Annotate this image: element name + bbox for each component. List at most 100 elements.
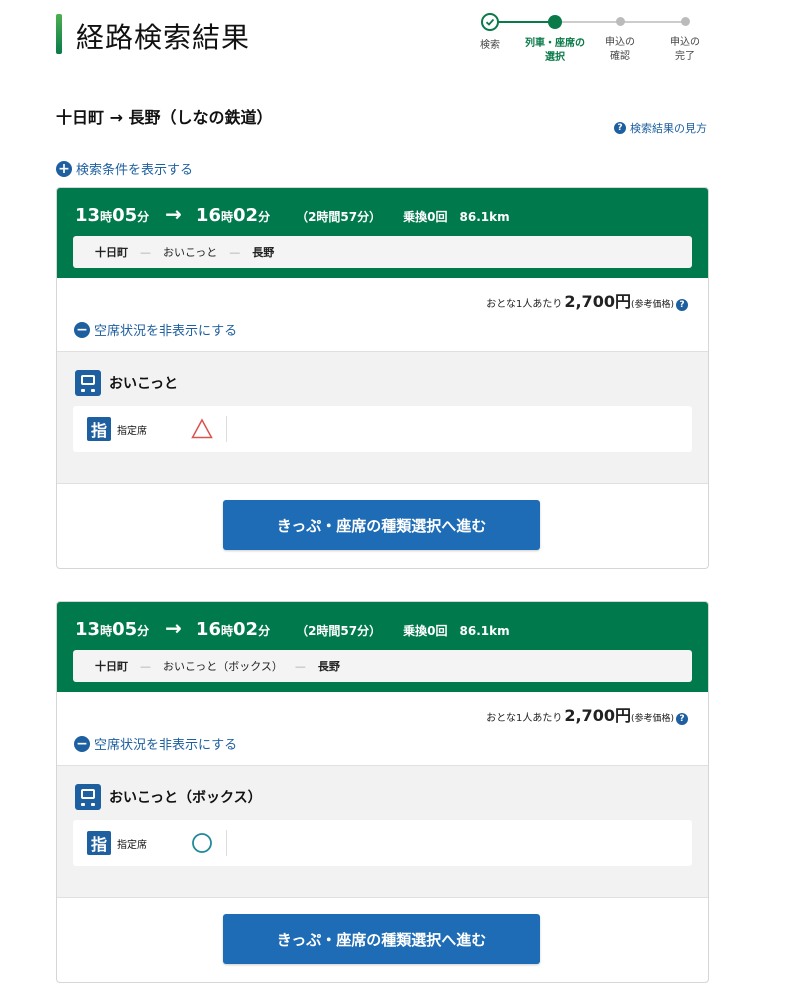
- arrival-minute: 02: [233, 205, 259, 226]
- segment-bar: 十日町 — おいこっと — 長野: [73, 236, 692, 268]
- segment-train: おいこっと（ボックス）: [163, 660, 283, 673]
- divider: [226, 830, 227, 856]
- train-name: おいこっと: [109, 376, 179, 392]
- departure-minute: 05: [112, 205, 138, 226]
- segment-from: 十日町: [95, 246, 128, 259]
- availability-panel: おいこっと（ボックス） 指 指定席: [57, 765, 708, 898]
- seat-availability-row: 指 指定席: [73, 820, 692, 866]
- result-card: 13 時 05 分 → 16 時 02 分 （2時間57分） 乗換0回 86.1km 十日町…: [56, 601, 709, 983]
- step-label: 選択: [545, 52, 565, 63]
- seat-availability-row: 指 指定席: [73, 406, 692, 452]
- hour-unit: 時: [220, 210, 233, 224]
- price-prefix: おとな1人あたり: [486, 713, 563, 724]
- time-summary: 13 時 05 分 → 16 時 02 分 （2時間57分） 乗換0回 86.1km: [75, 616, 510, 640]
- question-icon: ?: [614, 122, 626, 134]
- step-pending-dot: [615, 17, 625, 26]
- segment-dash: —: [140, 659, 151, 673]
- price-amount: 2,700円: [564, 292, 631, 311]
- hide-availability-label: 空席状況を非表示にする: [94, 738, 238, 753]
- plus-circle-icon: +: [56, 160, 72, 177]
- divider: [226, 416, 227, 442]
- button-row: きっぷ・座席の種類選択へ進む: [57, 484, 708, 568]
- seat-type-label: 指定席: [117, 426, 147, 437]
- button-row: きっぷ・座席の種類選択へ進む: [57, 898, 708, 982]
- departure-minute: 05: [112, 619, 138, 640]
- transfers: 乗換0回: [403, 624, 448, 638]
- show-conditions-toggle[interactable]: + 検索条件を表示する: [56, 159, 193, 178]
- arrival-minute: 02: [233, 619, 259, 640]
- step-pending-dot: [680, 17, 690, 26]
- train-icon: [75, 370, 101, 396]
- segment-train: おいこっと: [163, 246, 218, 259]
- progress-steps: 検索 列車・座席の 選択 申込の 確認 申込の 完了: [470, 10, 710, 80]
- price-note: (参考価格): [630, 714, 674, 724]
- seat-type-label: 指定席: [117, 840, 147, 851]
- duration: （2時間57分）: [296, 624, 382, 638]
- segment-to: 長野: [317, 660, 340, 673]
- price-prefix: おとな1人あたり: [486, 299, 563, 310]
- page-title: 経路検索結果: [76, 21, 251, 54]
- question-icon[interactable]: ?: [676, 713, 688, 725]
- proceed-to-ticket-selection-button[interactable]: きっぷ・座席の種類選択へ進む: [223, 914, 540, 964]
- proceed-to-ticket-selection-button[interactable]: きっぷ・座席の種類選択へ進む: [223, 500, 540, 550]
- howto-label: 検索結果の見方: [630, 122, 707, 135]
- check-icon: [481, 13, 499, 31]
- price-row: おとな1人あたり 2,700円 (参考価格) ? − 空席状況を非表示にする: [57, 692, 708, 765]
- train-row: おいこっと（ボックス）: [75, 784, 262, 810]
- price: おとな1人あたり 2,700円 (参考価格) ?: [486, 288, 688, 312]
- triangle-status-icon: [191, 418, 213, 439]
- hide-availability-label: 空席状況を非表示にする: [94, 324, 238, 339]
- segment-dash: —: [140, 245, 151, 259]
- reserved-seat-icon: 指: [87, 831, 111, 855]
- step-label: 確認: [610, 51, 630, 62]
- minute-unit: 分: [137, 624, 150, 638]
- step-search: 検索: [455, 10, 525, 53]
- train-row: おいこっと: [75, 370, 178, 396]
- arrival-hour: 16: [195, 205, 221, 226]
- step-label: 完了: [675, 51, 695, 62]
- circle-status-icon: [192, 833, 212, 853]
- availability-panel: おいこっと 指 指定席: [57, 351, 708, 484]
- segment-from: 十日町: [95, 660, 128, 673]
- minus-circle-icon: −: [74, 735, 90, 752]
- arrow-right-icon: →: [165, 616, 182, 640]
- arrival-hour: 16: [195, 619, 221, 640]
- segment-to: 長野: [252, 246, 275, 259]
- step-label: 列車・座席の: [525, 38, 585, 49]
- segment-bar: 十日町 — おいこっと（ボックス） — 長野: [73, 650, 692, 682]
- hide-availability-toggle[interactable]: − 空席状況を非表示にする: [74, 734, 237, 753]
- card-header: 13 時 05 分 → 16 時 02 分 （2時間57分） 乗換0回 86.1km 十日町…: [57, 602, 708, 692]
- train-icon: [75, 784, 101, 810]
- duration: （2時間57分）: [296, 210, 382, 224]
- reserved-seat-icon: 指: [87, 417, 111, 441]
- step-label: 申込の: [605, 37, 635, 48]
- segment-dash: —: [294, 659, 306, 673]
- arrow-right-icon: →: [165, 202, 182, 226]
- howto-link[interactable]: ? 検索結果の見方: [614, 120, 707, 136]
- segment-dash: —: [229, 245, 241, 259]
- transfers: 乗換0回: [403, 210, 448, 224]
- distance: 86.1km: [459, 210, 510, 224]
- price: おとな1人あたり 2,700円 (参考価格) ?: [486, 702, 688, 726]
- card-header: 13 時 05 分 → 16 時 02 分 （2時間57分） 乗換0回 86.1km 十日町…: [57, 188, 708, 278]
- hour-unit: 時: [100, 210, 113, 224]
- step-select: 列車・座席の 選択: [520, 10, 590, 65]
- step-complete: 申込の 完了: [650, 10, 720, 64]
- minute-unit: 分: [258, 624, 271, 638]
- price-amount: 2,700円: [564, 706, 631, 725]
- hour-unit: 時: [100, 624, 113, 638]
- title-accent-bar: [56, 14, 62, 54]
- distance: 86.1km: [459, 624, 510, 638]
- step-confirm: 申込の 確認: [585, 10, 655, 64]
- result-card: 13 時 05 分 → 16 時 02 分 （2時間57分） 乗換0回 86.1km 十日町…: [56, 187, 709, 569]
- time-summary: 13 時 05 分 → 16 時 02 分 （2時間57分） 乗換0回 86.1km: [75, 202, 510, 226]
- departure-hour: 13: [75, 619, 101, 640]
- question-icon[interactable]: ?: [676, 299, 688, 311]
- step-active-dot: [548, 15, 562, 29]
- price-note: (参考価格): [630, 300, 674, 310]
- minute-unit: 分: [258, 210, 271, 224]
- price-row: おとな1人あたり 2,700円 (参考価格) ? − 空席状況を非表示にする: [57, 278, 708, 351]
- hide-availability-toggle[interactable]: − 空席状況を非表示にする: [74, 320, 237, 339]
- minus-circle-icon: −: [74, 321, 90, 338]
- show-conditions-label: 検索条件を表示する: [76, 163, 194, 178]
